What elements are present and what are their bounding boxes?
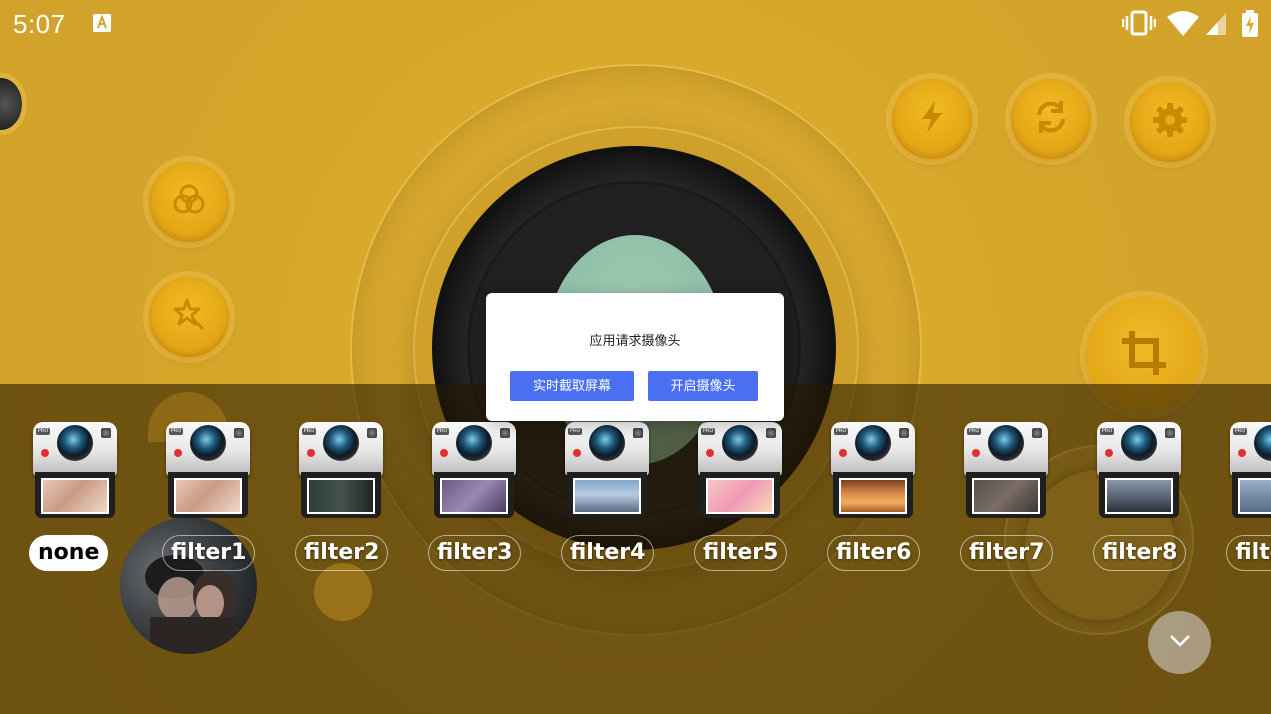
filter-preview-photo xyxy=(839,478,907,514)
font-a-icon xyxy=(92,13,112,33)
filter-item[interactable]: PRO filter3 xyxy=(418,418,528,578)
filter-label[interactable]: filter1 xyxy=(162,535,256,571)
filter-label[interactable]: filter2 xyxy=(295,535,389,571)
screen-capture-button[interactable]: 实时截取屏幕 xyxy=(510,371,634,401)
magic-button[interactable] xyxy=(149,277,229,357)
filter-camera-icon: PRO xyxy=(1097,422,1181,518)
filter-item[interactable]: PRO filter4 xyxy=(551,418,661,578)
filter-preview-photo xyxy=(41,478,109,514)
camera-permission-dialog: 应用请求摄像头 实时截取屏幕 开启摄像头 xyxy=(486,293,784,421)
filter-preview-photo xyxy=(1238,478,1271,514)
filter-preview-photo xyxy=(573,478,641,514)
filter-camera-icon: PRO xyxy=(166,422,250,518)
vibrate-icon xyxy=(1121,10,1157,36)
filter-list: PRO none PRO filter1 PRO filter2 PRO fil… xyxy=(0,418,1271,578)
switch-camera-button[interactable] xyxy=(1011,79,1091,159)
filter-label[interactable]: filter5 xyxy=(694,535,788,571)
filter-camera-icon: PRO xyxy=(698,422,782,518)
filter-label[interactable]: filter7 xyxy=(960,535,1054,571)
settings-button[interactable] xyxy=(1130,82,1210,162)
wifi-icon xyxy=(1166,10,1200,36)
filter-preview-photo xyxy=(174,478,242,514)
crop-icon xyxy=(1116,325,1172,386)
filter-label[interactable]: filte xyxy=(1226,535,1271,571)
flash-icon xyxy=(912,97,952,142)
filter-preview-photo xyxy=(972,478,1040,514)
color-filter-button[interactable] xyxy=(149,162,229,242)
battery-charging-icon xyxy=(1240,10,1260,37)
filter-camera-icon: PRO xyxy=(1230,422,1271,518)
filter-label[interactable]: filter8 xyxy=(1093,535,1187,571)
camera-screen: 5:07 PRO none PRO filter1 PRO filter2 PR… xyxy=(0,0,1271,714)
filter-item[interactable]: PRO filte xyxy=(1216,418,1271,578)
filter-item[interactable]: PRO filter6 xyxy=(817,418,927,578)
filter-item[interactable]: PRO none xyxy=(19,418,129,578)
filter-item[interactable]: PRO filter2 xyxy=(285,418,395,578)
filter-camera-icon: PRO xyxy=(299,422,383,518)
signal-icon xyxy=(1204,10,1228,36)
status-time: 5:07 xyxy=(13,9,66,39)
filter-camera-icon: PRO xyxy=(432,422,516,518)
filter-label[interactable]: filter3 xyxy=(428,535,522,571)
collapse-button[interactable] xyxy=(1148,611,1211,674)
filter-label[interactable]: filter6 xyxy=(827,535,921,571)
filter-label[interactable]: none xyxy=(29,535,109,571)
filter-item[interactable]: PRO filter8 xyxy=(1083,418,1193,578)
flash-button[interactable] xyxy=(892,79,972,159)
filter-label[interactable]: filter4 xyxy=(561,535,655,571)
filter-item[interactable]: PRO filter5 xyxy=(684,418,794,578)
chevron-down-icon xyxy=(1165,625,1195,660)
settings-icon xyxy=(1150,100,1190,145)
status-bar: 5:07 xyxy=(0,0,1271,48)
filter-item[interactable]: PRO filter1 xyxy=(152,418,262,578)
side-toggle[interactable] xyxy=(0,78,22,130)
magic-star-icon xyxy=(169,295,209,340)
filter-camera-icon: PRO xyxy=(33,422,117,518)
filter-camera-icon: PRO xyxy=(565,422,649,518)
filter-preview-photo xyxy=(440,478,508,514)
filter-preview-photo xyxy=(1105,478,1173,514)
dialog-title: 应用请求摄像头 xyxy=(589,333,681,348)
switch-camera-icon xyxy=(1031,97,1071,142)
filter-camera-icon: PRO xyxy=(964,422,1048,518)
filter-item[interactable]: PRO filter7 xyxy=(950,418,1060,578)
filter-preview-photo xyxy=(307,478,375,514)
filter-camera-icon: PRO xyxy=(831,422,915,518)
filter-preview-photo xyxy=(706,478,774,514)
open-camera-button[interactable]: 开启摄像头 xyxy=(648,371,758,401)
color-filter-icon xyxy=(169,180,209,225)
